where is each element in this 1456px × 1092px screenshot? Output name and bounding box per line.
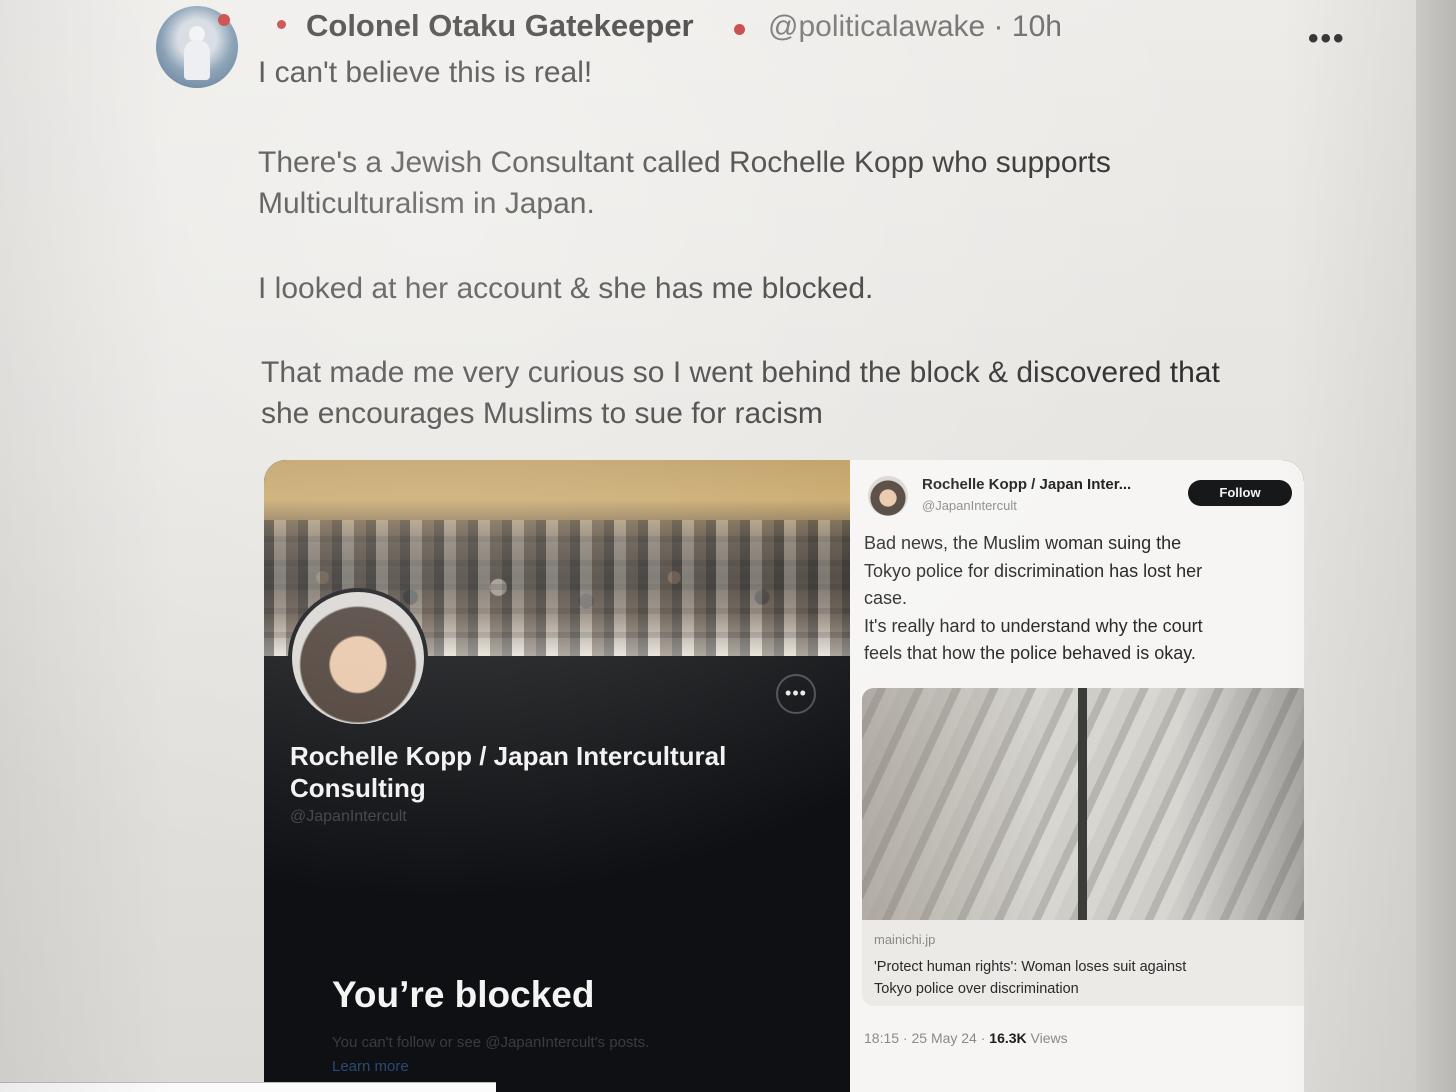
views-count: 16.3K xyxy=(989,1030,1027,1046)
link-card[interactable]: mainichi.jp 'Protect human rights': Woma… xyxy=(862,688,1304,1006)
profile-avatar xyxy=(288,588,428,728)
post-more-button[interactable]: ••• xyxy=(1308,22,1346,56)
red-dot-icon xyxy=(277,20,286,29)
bottom-bar xyxy=(0,1082,496,1092)
author-handle-time[interactable]: @politicalawake · 10h xyxy=(768,10,1062,44)
embedded-tweet-screenshot[interactable]: Rochelle Kopp / Japan Inter... @JapanInt… xyxy=(850,460,1304,1092)
follow-button[interactable]: Follow xyxy=(1188,480,1292,506)
post-paragraph: That made me very curious so I went behi… xyxy=(261,356,1220,430)
tweet-time-date: 18:15 · 25 May 24 · xyxy=(864,1030,990,1046)
blocked-title: You’re blocked xyxy=(332,974,595,1015)
profile-name: Rochelle Kopp / Japan Intercultural Cons… xyxy=(290,741,727,803)
embedded-tweet-text: Bad news, the Muslim woman suing the Tok… xyxy=(864,530,1294,668)
tweet-line: Bad news, the Muslim woman suing the xyxy=(864,533,1182,553)
post-media[interactable]: ••• Rochelle Kopp / Japan Intercultural … xyxy=(264,460,1304,1092)
avatar-figure-body xyxy=(184,40,210,80)
embedded-author-handle: @JapanIntercult xyxy=(922,498,1017,513)
card-title-line: Tokyo police over discrimination xyxy=(874,981,1079,997)
profile-more-button[interactable]: ••• xyxy=(776,674,816,714)
red-dot-icon xyxy=(734,24,745,35)
tweet-line: It's really hard to understand why the c… xyxy=(864,615,1203,636)
tweet-line: case. xyxy=(864,588,908,608)
profile-handle: @JapanIntercult xyxy=(290,808,407,825)
screen-bezel xyxy=(1416,0,1456,1092)
embedded-tweet-meta: 18:15 · 25 May 24 · 16.3K Views xyxy=(864,1030,1068,1046)
card-title-line: 'Protect human rights': Woman loses suit… xyxy=(874,959,1187,975)
link-card-domain: mainichi.jp xyxy=(874,932,936,947)
learn-more-link[interactable]: Learn more xyxy=(332,1058,409,1075)
photographed-screen: Colonel Otaku Gatekeeper @politicalawake… xyxy=(0,0,1456,1092)
author-name[interactable]: Colonel Otaku Gatekeeper xyxy=(306,8,694,44)
embedded-author-name: Rochelle Kopp / Japan Inter... xyxy=(922,476,1132,493)
post-paragraph: I can't believe this is real! xyxy=(258,56,593,89)
embedded-avatar xyxy=(868,476,908,516)
views-label: Views xyxy=(1026,1030,1068,1046)
post-paragraph: There's a Jewish Consultant called Roche… xyxy=(258,146,1111,220)
red-dot-icon xyxy=(218,14,230,26)
post-paragraph: I looked at her account & she has me blo… xyxy=(258,272,874,305)
tweet-line: feels that how the police behaved is oka… xyxy=(864,643,1196,663)
tweet-line: Tokyo police for discrimination has lost… xyxy=(864,560,1203,581)
link-card-title: 'Protect human rights': Woman loses suit… xyxy=(874,956,1294,1000)
blocked-profile-screenshot[interactable]: ••• Rochelle Kopp / Japan Intercultural … xyxy=(264,460,850,1092)
blocked-subtitle: You can't follow or see @JapanIntercult'… xyxy=(332,1034,650,1051)
link-card-image xyxy=(862,688,1304,920)
